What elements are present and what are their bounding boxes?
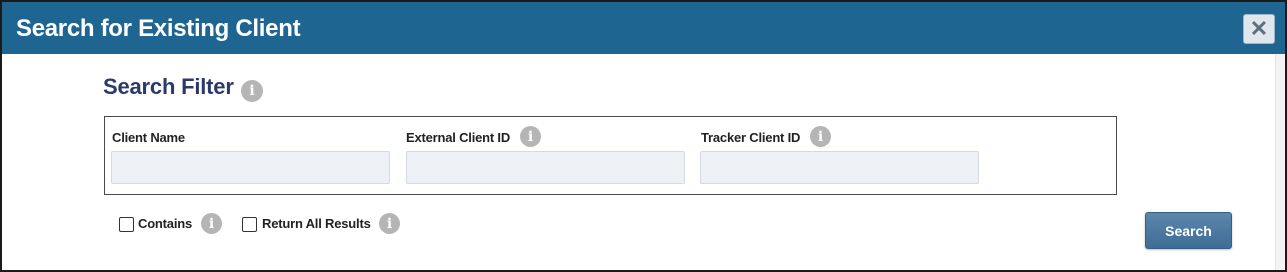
search-filter-heading: Search Filter — [103, 74, 234, 99]
return-all-results-info-icon[interactable]: i — [379, 213, 400, 234]
close-icon: ✕ — [1249, 16, 1269, 41]
contains-checkbox[interactable] — [119, 217, 134, 232]
search-filter-info-icon[interactable]: i — [241, 80, 263, 102]
tracker-client-id-label: Tracker Client ID — [701, 130, 801, 145]
contains-info-icon[interactable]: i — [201, 213, 222, 234]
vertical-scrollbar[interactable] — [1275, 54, 1285, 270]
close-button[interactable]: ✕ — [1243, 14, 1275, 44]
search-client-dialog: Search for Existing Client ✕ Search Filt… — [0, 0, 1287, 272]
dialog-titlebar: Search for Existing Client — [2, 2, 1285, 54]
external-client-id-info-icon[interactable]: i — [520, 126, 541, 147]
tracker-client-id-input[interactable] — [700, 151, 979, 184]
tracker-client-id-info-icon[interactable]: i — [810, 126, 831, 147]
return-all-results-label[interactable]: Return All Results — [262, 216, 371, 231]
external-client-id-label: External Client ID — [406, 130, 511, 145]
dialog-title: Search for Existing Client — [16, 15, 301, 42]
return-all-results-checkbox[interactable] — [242, 217, 257, 232]
external-client-id-input[interactable] — [406, 151, 685, 184]
client-name-input[interactable] — [111, 151, 390, 184]
search-button[interactable]: Search — [1145, 212, 1232, 249]
client-name-label: Client Name — [112, 130, 185, 145]
contains-label[interactable]: Contains — [138, 216, 192, 231]
